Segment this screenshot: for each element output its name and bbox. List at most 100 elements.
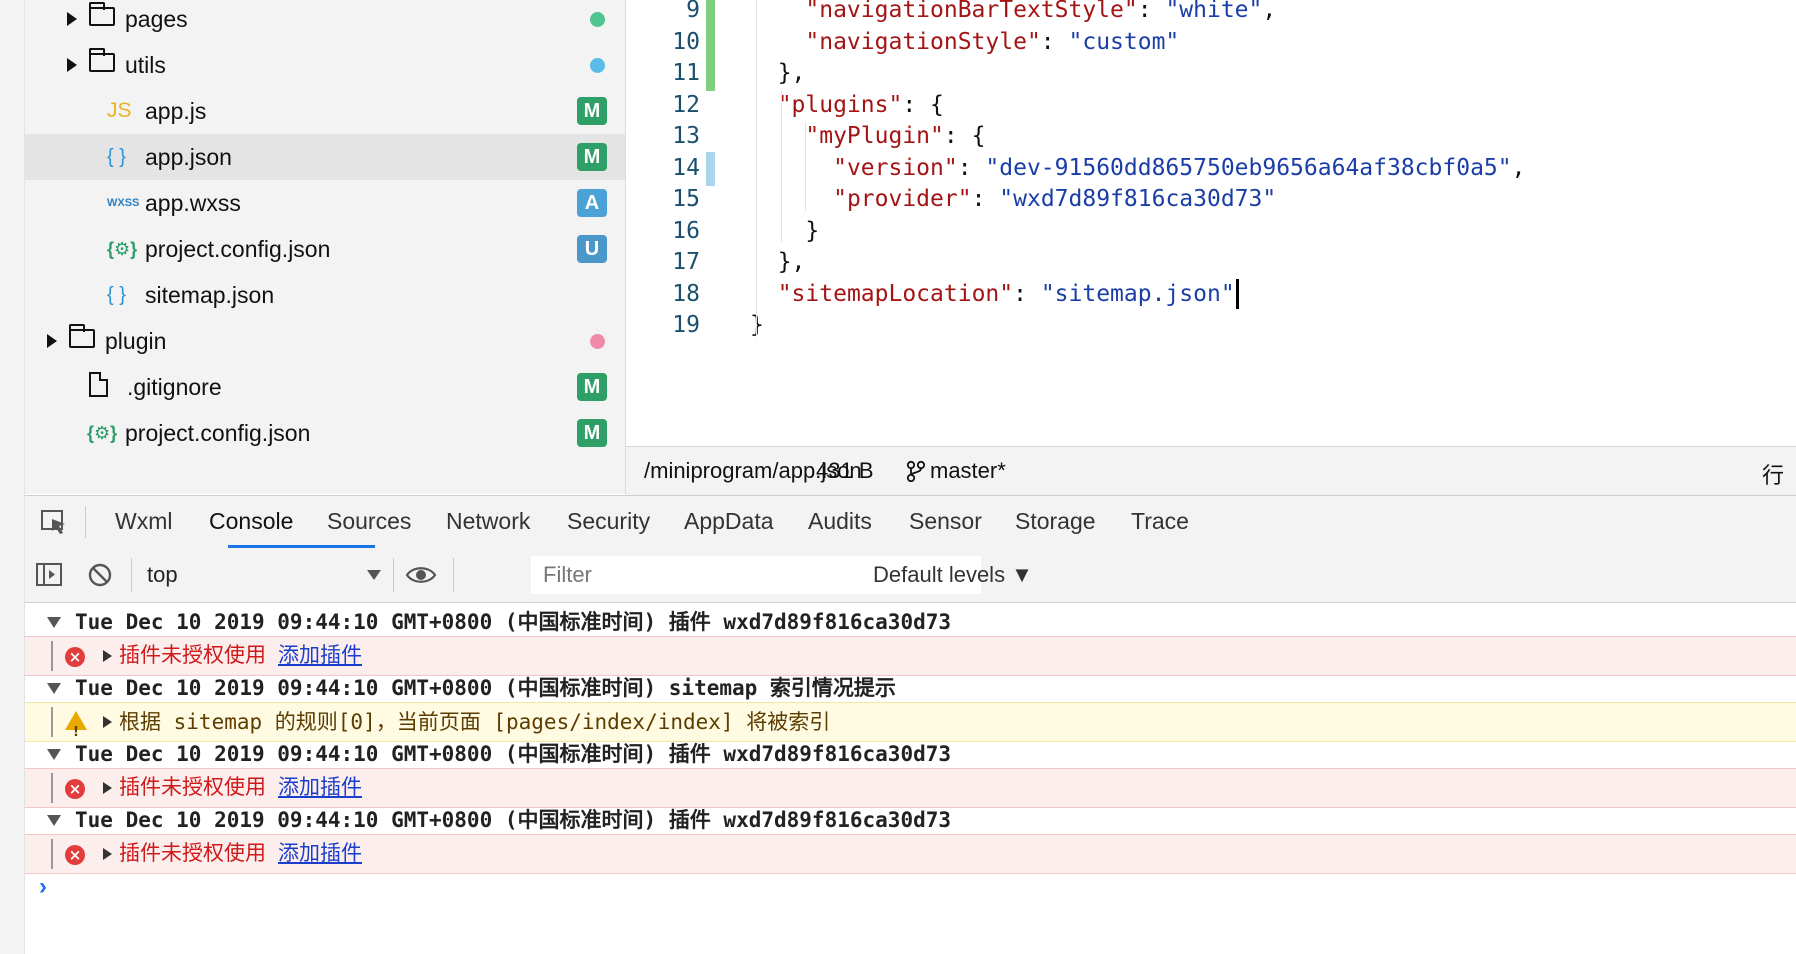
tab-audits[interactable]: Audits bbox=[808, 508, 872, 535]
git-branch[interactable]: master* bbox=[906, 458, 1006, 484]
expand-arrow-icon[interactable] bbox=[103, 716, 112, 728]
collapse-arrow-icon[interactable] bbox=[47, 617, 61, 628]
clear-console-icon[interactable] bbox=[87, 562, 113, 588]
expand-arrow-icon[interactable] bbox=[103, 782, 112, 794]
group-indent-bar bbox=[51, 773, 53, 803]
tree-item[interactable]: {⚙} project.config.json U bbox=[25, 226, 625, 272]
context-select[interactable]: top bbox=[145, 558, 385, 592]
file-tree: pages utils JS app.js M { } app.json M WXSS app.w… bbox=[25, 0, 626, 494]
tab-trace[interactable]: Trace bbox=[1131, 508, 1189, 535]
tree-item-label: pages bbox=[125, 6, 188, 32]
eye-icon[interactable] bbox=[405, 564, 437, 586]
collapse-arrow-icon[interactable] bbox=[47, 683, 61, 694]
sidebar-toggle-icon[interactable] bbox=[35, 562, 65, 588]
group-indent-bar bbox=[51, 641, 53, 671]
config-file-icon: {⚙} bbox=[107, 239, 138, 259]
folder-icon bbox=[89, 2, 115, 26]
editor-statusbar: /miniprogram/app.json 431 B master* 行 bbox=[626, 446, 1796, 495]
expand-arrow-icon[interactable] bbox=[103, 848, 112, 860]
code-line: 19} bbox=[626, 307, 1796, 343]
divider bbox=[85, 506, 86, 538]
tree-item-label: project.config.json bbox=[125, 420, 311, 446]
collapse-arrow-icon[interactable] bbox=[47, 749, 61, 760]
add-plugin-link[interactable]: 添加插件 bbox=[278, 842, 362, 865]
tree-item-label: plugin bbox=[105, 328, 167, 354]
git-status-badge: U bbox=[577, 235, 607, 263]
tree-item-label: app.json bbox=[145, 144, 232, 170]
expand-arrow-icon[interactable] bbox=[67, 58, 77, 72]
tree-item[interactable]: {⚙} project.config.json M bbox=[25, 410, 625, 456]
expand-arrow-icon[interactable] bbox=[103, 650, 112, 662]
tab-wxml[interactable]: Wxml bbox=[115, 508, 172, 535]
git-status-badge: M bbox=[577, 373, 607, 401]
divider bbox=[453, 558, 454, 592]
indent-guide bbox=[805, 122, 806, 211]
message-text: 插件未授权使用 添加插件 bbox=[119, 842, 362, 865]
divider bbox=[131, 558, 132, 592]
tree-item[interactable]: { } sitemap.json bbox=[25, 272, 625, 318]
git-status-badge: A bbox=[577, 189, 607, 217]
tree-item-label: app.js bbox=[145, 98, 207, 124]
tab-appdata[interactable]: AppData bbox=[684, 508, 774, 535]
file-icon bbox=[89, 372, 108, 397]
tree-item[interactable]: utils bbox=[25, 42, 625, 88]
tab-sources[interactable]: Sources bbox=[327, 508, 411, 535]
tree-item-label: .gitignore bbox=[127, 374, 222, 400]
inspect-element-icon[interactable] bbox=[39, 508, 69, 538]
group-indent-bar bbox=[51, 839, 53, 869]
wxss-file-icon: WXSS bbox=[107, 197, 140, 209]
config-file-icon: {⚙} bbox=[87, 423, 118, 443]
tree-item[interactable]: JS app.js M bbox=[25, 88, 625, 134]
folder-icon bbox=[69, 324, 95, 348]
git-status-dot bbox=[590, 334, 605, 349]
git-status-dot bbox=[590, 12, 605, 27]
code-editor[interactable]: 9 "navigationBarTextStyle": "white", 10 "… bbox=[626, 0, 1796, 446]
tab-sensor[interactable]: Sensor bbox=[909, 508, 982, 535]
console-prompt-icon[interactable]: › bbox=[39, 873, 47, 901]
expand-arrow-icon[interactable] bbox=[67, 12, 77, 26]
cursor-position: 行 bbox=[1762, 463, 1785, 488]
tree-item[interactable]: WXSS app.wxss A bbox=[25, 180, 625, 226]
error-icon: × bbox=[65, 779, 85, 799]
branch-icon bbox=[906, 460, 926, 483]
tree-item[interactable]: { } app.json M bbox=[25, 134, 625, 180]
error-icon: × bbox=[65, 647, 85, 667]
tree-item[interactable]: pages bbox=[25, 0, 625, 42]
tree-item[interactable]: .gitignore M bbox=[25, 364, 625, 410]
group-indent-bar bbox=[51, 707, 53, 737]
devtools-tabbar: Wxml Console Sources Network Security AppData… bbox=[25, 495, 1796, 549]
chevron-down-icon bbox=[367, 570, 381, 580]
folder-icon bbox=[89, 48, 115, 72]
log-levels-dropdown[interactable]: Default levels ▼ bbox=[873, 562, 1033, 588]
tab-console[interactable]: Console bbox=[209, 508, 293, 535]
left-activity-strip bbox=[0, 0, 25, 954]
tree-item-label: app.wxss bbox=[145, 190, 241, 216]
tab-storage[interactable]: Storage bbox=[1015, 508, 1096, 535]
console-output: Tue Dec 10 2019 09:44:10 GMT+0800 (中国标准时… bbox=[25, 603, 1796, 954]
branch-label: master* bbox=[930, 458, 1006, 483]
json-file-icon: { } bbox=[107, 284, 126, 306]
js-file-icon: JS bbox=[107, 99, 132, 122]
tree-item[interactable]: plugin bbox=[25, 318, 625, 364]
git-status-badge: M bbox=[577, 97, 607, 125]
git-status-badge: M bbox=[577, 143, 607, 171]
indent-guide bbox=[781, 90, 782, 242]
tab-security[interactable]: Security bbox=[567, 508, 650, 535]
collapse-arrow-icon[interactable] bbox=[47, 815, 61, 826]
tree-item-label: utils bbox=[125, 52, 166, 78]
line-number: 19 bbox=[672, 312, 700, 338]
git-status-badge: M bbox=[577, 419, 607, 447]
warning-icon: ! bbox=[65, 711, 87, 740]
expand-arrow-icon[interactable] bbox=[47, 334, 57, 348]
json-file-icon: { } bbox=[107, 146, 126, 168]
add-plugin-link[interactable]: 添加插件 bbox=[278, 776, 362, 799]
console-toolbar: top Default levels ▼ bbox=[25, 548, 1796, 603]
tree-item-label: project.config.json bbox=[145, 236, 331, 262]
error-message: × 插件未授权使用 添加插件 bbox=[25, 834, 1796, 874]
tab-network[interactable]: Network bbox=[446, 508, 530, 535]
text-cursor bbox=[1235, 279, 1239, 309]
tree-item-label: sitemap.json bbox=[145, 282, 275, 308]
add-plugin-link[interactable]: 添加插件 bbox=[278, 644, 362, 667]
git-status-dot bbox=[590, 58, 605, 73]
file-size: 431 B bbox=[816, 458, 874, 483]
